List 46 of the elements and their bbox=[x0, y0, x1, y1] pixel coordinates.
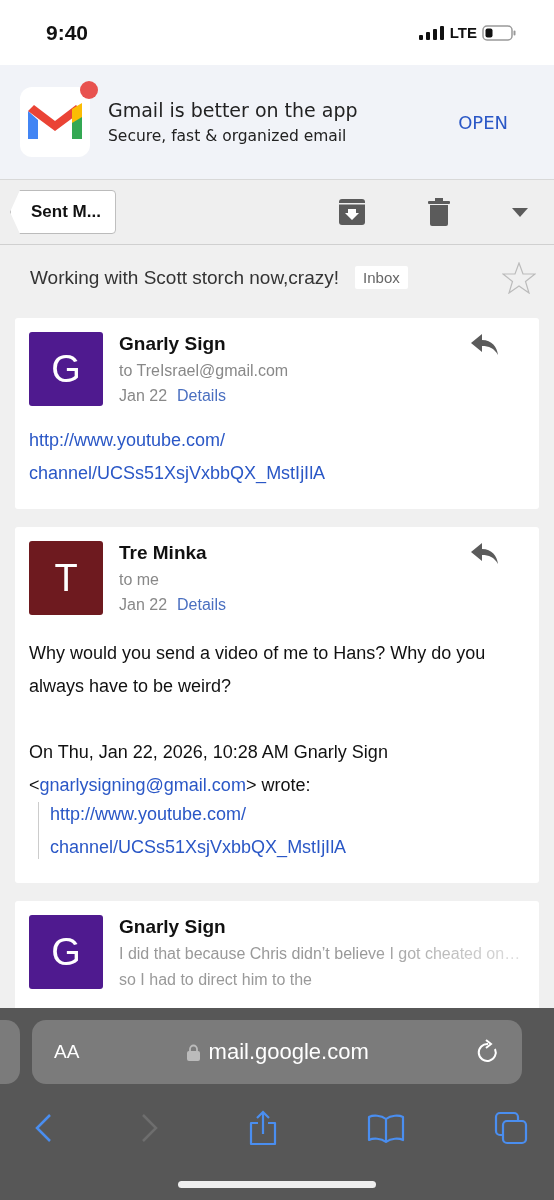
link[interactable]: http://www.youtube.com/ bbox=[29, 428, 525, 452]
sender-avatar: G bbox=[29, 915, 103, 989]
status-time: 9:40 bbox=[46, 20, 89, 45]
bookmarks-icon[interactable] bbox=[367, 1113, 405, 1143]
details-link[interactable]: Details bbox=[177, 596, 226, 614]
quote-attribution: On Thu, Jan 22, 2026, 10:28 AM Gnarly Sign <gnarlysigning@gmail.com> wrote: bbox=[29, 741, 389, 797]
network-label: LTE bbox=[449, 24, 477, 41]
message-body: Why would you send a video of me to Hans? Why do you always have to be weird? bbox=[29, 642, 487, 698]
back-button[interactable]: Sent M... bbox=[10, 190, 116, 234]
address-bar[interactable]: AA mail.google.com bbox=[32, 1020, 522, 1084]
sender-avatar: G bbox=[29, 332, 103, 406]
text-size-button[interactable]: AA bbox=[54, 1041, 80, 1063]
message-date: Jan 22 bbox=[119, 387, 168, 405]
share-icon[interactable] bbox=[248, 1110, 278, 1146]
tabs-icon[interactable] bbox=[494, 1111, 528, 1145]
details-link[interactable]: Details bbox=[177, 387, 226, 405]
recipient-line: to me bbox=[119, 571, 160, 589]
open-button[interactable]: OPEN bbox=[458, 111, 508, 133]
lock-icon bbox=[186, 1043, 200, 1061]
delete-icon[interactable] bbox=[428, 198, 450, 226]
url-text: mail.google.com bbox=[208, 1039, 369, 1065]
archive-icon[interactable] bbox=[338, 198, 366, 226]
previous-tab-edge[interactable] bbox=[0, 1020, 20, 1084]
reply-icon[interactable] bbox=[471, 543, 499, 565]
sender-name: Gnarly Sign bbox=[119, 333, 227, 355]
email-link[interactable]: gnarlysigning@gmail.com bbox=[39, 775, 246, 795]
back-icon[interactable] bbox=[34, 1113, 52, 1143]
battery-icon bbox=[482, 24, 516, 41]
banner-subtitle: Secure, fast & organized email bbox=[108, 127, 348, 145]
sender-avatar: T bbox=[29, 541, 103, 615]
mail-logo-icon bbox=[20, 87, 90, 157]
recipient-line: to TreIsrael@gmail.com bbox=[119, 362, 290, 380]
link[interactable]: channel/UCSs51XsjVxbbQX_MstIjIlA bbox=[29, 461, 525, 485]
sender-name: Gnarly Sign bbox=[119, 916, 227, 938]
reply-icon[interactable] bbox=[471, 334, 499, 356]
inbox-label: Inbox bbox=[355, 266, 408, 289]
reload-icon[interactable] bbox=[476, 1039, 500, 1065]
link[interactable]: channel/UCSs51XsjVxbbQX_MstIjIlA bbox=[50, 835, 525, 859]
email-subject: Working with Scott storch now,crazy! bbox=[30, 266, 340, 289]
banner-title: Gmail is better on the app bbox=[108, 99, 359, 121]
sender-name: Tre Minka bbox=[119, 542, 208, 564]
link[interactable]: http://www.youtube.com/ bbox=[50, 802, 525, 826]
star-icon[interactable] bbox=[502, 261, 536, 294]
dropdown-icon[interactable] bbox=[512, 207, 528, 217]
signal-icon bbox=[418, 25, 445, 40]
message-date: Jan 22 bbox=[119, 596, 168, 614]
